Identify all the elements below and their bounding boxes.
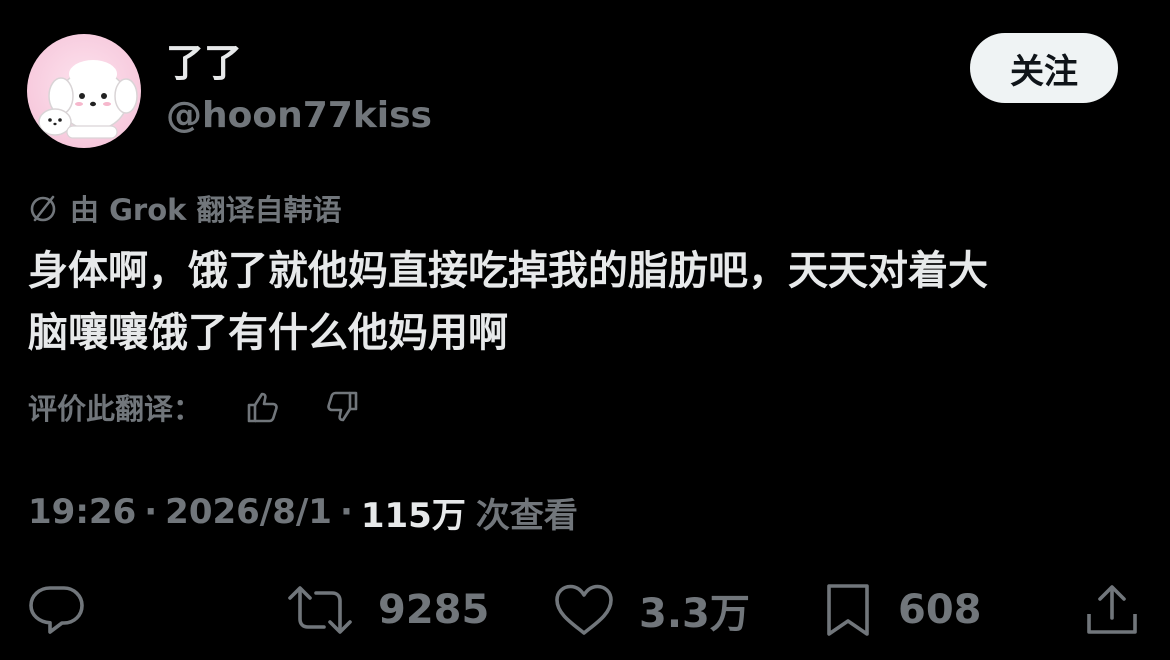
rate-translation-label: 评价此翻译： (28, 392, 203, 426)
meta-separator: · (339, 492, 353, 532)
follow-button[interactable]: 关注 (970, 33, 1118, 103)
user-handle[interactable]: @hoon77kiss (166, 94, 432, 138)
translate-icon (28, 192, 60, 224)
thumb-up-icon[interactable] (244, 388, 282, 426)
tweet-text-line: 身体啊，饿了就他妈直接吃掉我的脂肪吧，天天对着大 (28, 248, 988, 294)
tweet-text: 身体啊，饿了就他妈直接吃掉我的脂肪吧，天天对着大 脑嚷嚷饿了有什么他妈用啊 (28, 240, 1138, 364)
share-icon (1087, 585, 1137, 634)
view-count-label: 次查看 (475, 495, 578, 536)
heart-icon (555, 584, 613, 635)
rate-translation-row: 评价此翻译： (28, 384, 202, 430)
puppy-avatar-image (38, 60, 138, 139)
bookmark-count: 608 (898, 587, 982, 633)
bookmark-button[interactable]: 608 (822, 580, 982, 640)
reply-icon (29, 586, 84, 634)
tweet-meta: 19:26 · 2026/8/1 · 115万 次查看 (28, 488, 578, 536)
view-count[interactable]: 115万 (361, 488, 466, 537)
meta-separator: · (144, 492, 158, 532)
thumb-down-icon[interactable] (323, 388, 361, 426)
bookmark-icon (827, 584, 869, 636)
tweet-date[interactable]: 2026/8/1 (165, 492, 332, 532)
like-button[interactable]: 3.3万 (553, 580, 750, 640)
translation-note: 由 Grok 翻译自韩语 (28, 186, 342, 230)
like-count: 3.3万 (639, 591, 750, 637)
tweet-text-line: 脑嚷嚷饿了有什么他妈用啊 (28, 310, 508, 356)
avatar[interactable] (27, 34, 141, 148)
translation-note-text: 由 Grok 翻译自韩语 (70, 193, 342, 227)
share-button[interactable] (1084, 580, 1140, 640)
retweet-count: 9285 (378, 587, 490, 633)
retweet-button[interactable]: 9285 (286, 580, 489, 640)
display-name[interactable]: 了了 (166, 40, 242, 86)
tweet-time[interactable]: 19:26 (28, 492, 136, 532)
reply-button[interactable] (28, 580, 86, 640)
retweet-icon (288, 586, 352, 634)
